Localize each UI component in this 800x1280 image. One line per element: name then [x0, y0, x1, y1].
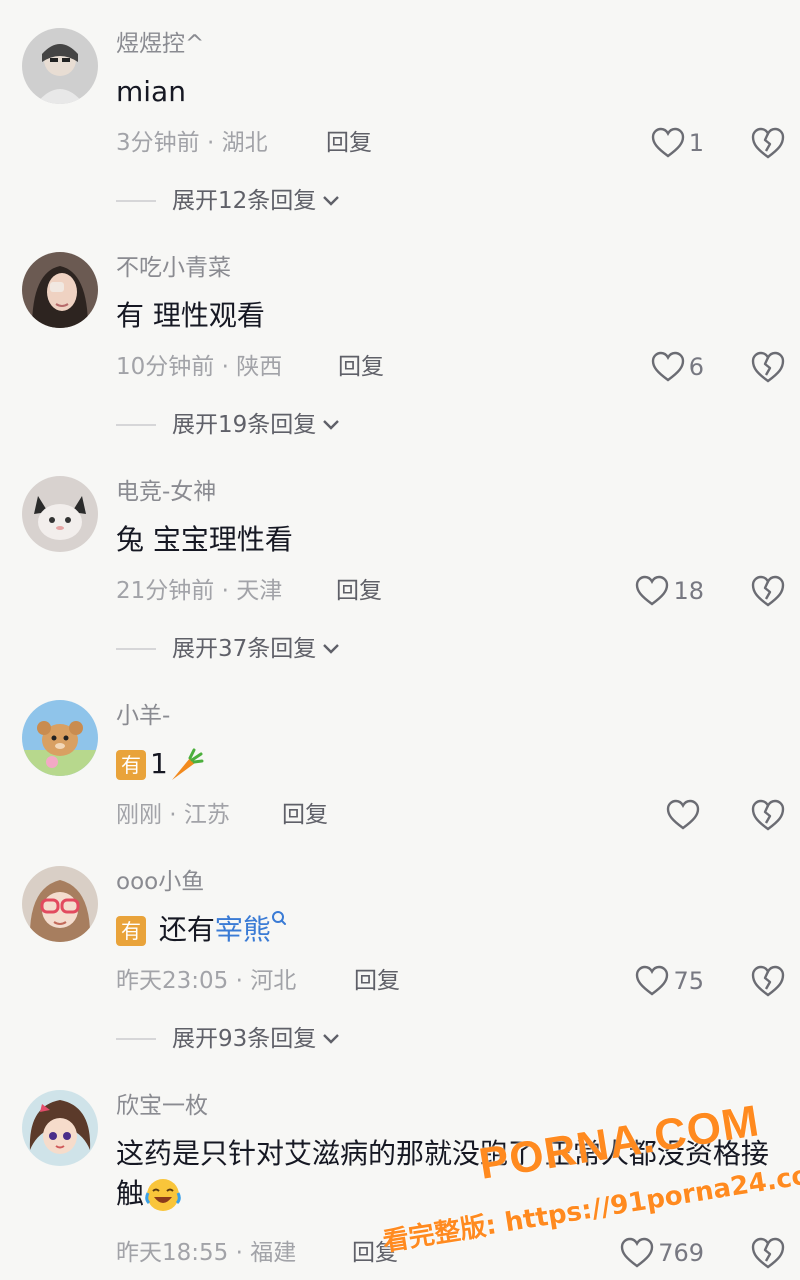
reply-button[interactable]: 回复: [326, 126, 372, 160]
expand-replies-label: 展开93条回复: [172, 1026, 317, 1052]
comment-text: 兔 宝宝理性看: [116, 523, 293, 556]
search-icon[interactable]: [271, 910, 287, 932]
like-count: 1: [688, 129, 704, 157]
like-button[interactable]: 1: [651, 126, 704, 160]
like-count: 18: [673, 577, 704, 605]
comment-text: 有1: [116, 744, 776, 784]
like-count: 75: [673, 967, 704, 995]
chevron-down-icon: [323, 644, 340, 654]
like-button[interactable]: 18: [635, 574, 704, 608]
comment-text-content: 1: [150, 747, 168, 780]
expand-replies-label: 展开19条回复: [172, 412, 317, 438]
comment-text-content: 还有: [158, 913, 215, 946]
heart-icon: [620, 1237, 654, 1268]
comment-time-location: 刚刚 · 江苏: [116, 802, 230, 828]
dislike-heart-icon: [751, 351, 785, 383]
divider-line: [116, 200, 156, 202]
dislike-heart-icon: [751, 127, 785, 159]
dislike-button[interactable]: [750, 574, 786, 608]
heart-icon: [651, 127, 684, 158]
comment-time-location: 昨天23:05 · 河北: [116, 968, 297, 994]
username[interactable]: 欣宝一枚: [116, 1090, 208, 1122]
chevron-down-icon: [323, 196, 340, 206]
like-button[interactable]: 75: [635, 964, 704, 998]
expand-replies-button[interactable]: 展开12条回复: [116, 184, 340, 218]
like-button[interactable]: 6: [651, 350, 704, 384]
comment-time-location: 10分钟前 · 陕西: [116, 354, 283, 380]
laugh-cry-emoji: [145, 1179, 181, 1211]
expand-replies-label: 展开12条回复: [172, 188, 317, 214]
chevron-down-icon: [323, 420, 340, 430]
avatar[interactable]: [22, 1090, 98, 1166]
heart-icon: [651, 351, 684, 382]
reply-button[interactable]: 回复: [354, 964, 400, 998]
like-count: 6: [688, 353, 704, 381]
dislike-button[interactable]: [750, 350, 786, 384]
comment-text: 有 理性观看: [116, 299, 265, 332]
divider-line: [116, 1038, 156, 1040]
dislike-heart-icon: [751, 1237, 785, 1269]
avatar[interactable]: [22, 28, 98, 104]
chevron-down-icon: [323, 1034, 340, 1044]
heart-icon: [636, 965, 669, 996]
dislike-heart-icon: [751, 575, 785, 607]
expand-replies-button[interactable]: 展开37条回复: [116, 632, 340, 666]
reply-button[interactable]: 回复: [282, 798, 328, 832]
tag-badge: 有: [116, 916, 146, 946]
divider-line: [116, 648, 156, 650]
comment-text: mian: [116, 75, 186, 108]
avatar[interactable]: [22, 252, 98, 328]
dislike-button[interactable]: [750, 1236, 786, 1270]
like-count: 769: [658, 1239, 704, 1267]
username[interactable]: 煜煜控^: [116, 28, 204, 60]
username[interactable]: 电竞-女神: [116, 476, 216, 508]
reply-button[interactable]: 回复: [338, 350, 384, 384]
tag-badge: 有: [116, 750, 146, 780]
expand-replies-button[interactable]: 展开93条回复: [116, 1022, 340, 1056]
dislike-heart-icon: [751, 965, 785, 997]
like-button[interactable]: 769: [620, 1236, 704, 1270]
heart-icon: [666, 799, 700, 830]
expand-replies-label: 展开37条回复: [172, 636, 317, 662]
comment-time-location: 21分钟前 · 天津: [116, 578, 283, 604]
username[interactable]: 不吃小青菜: [116, 252, 231, 284]
reply-button[interactable]: 回复: [336, 574, 382, 608]
dislike-heart-icon: [751, 799, 785, 831]
comment-time-location: 昨天18:55 · 福建: [116, 1240, 297, 1266]
username[interactable]: 小羊-: [116, 700, 170, 732]
comment-time-location: 3分钟前 · 湖北: [116, 130, 268, 156]
heart-icon: [636, 575, 669, 606]
expand-replies-button[interactable]: 展开19条回复: [116, 408, 340, 442]
avatar[interactable]: [22, 476, 98, 552]
avatar[interactable]: [22, 866, 98, 942]
dislike-button[interactable]: [750, 798, 786, 832]
comment-text: 有 还有宰熊: [116, 910, 776, 950]
search-keyword-link[interactable]: 宰熊: [215, 913, 271, 946]
like-button[interactable]: [666, 798, 704, 832]
avatar[interactable]: [22, 700, 98, 776]
carrot-emoji: [171, 748, 204, 780]
divider-line: [116, 424, 156, 426]
dislike-button[interactable]: [750, 126, 786, 160]
dislike-button[interactable]: [750, 964, 786, 998]
username[interactable]: ooo小鱼: [116, 866, 204, 898]
